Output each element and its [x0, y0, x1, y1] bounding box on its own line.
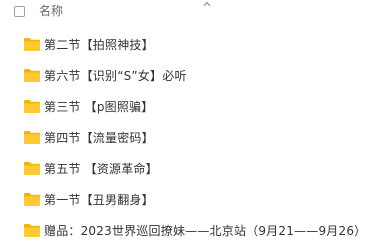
- folder-name[interactable]: 第五节 【资源革命】: [44, 160, 158, 178]
- folder-row[interactable]: 第三节 【p图照骗】: [0, 92, 380, 123]
- folder-name[interactable]: 第一节【丑男翻身】: [44, 191, 154, 209]
- file-list: 第二节【拍照神技】 第六节【识别“S”女】必听 第三节 【p图照骗】 第四节【流…: [0, 30, 380, 247]
- folder-row[interactable]: 第四节【流量密码】: [0, 123, 380, 154]
- folder-icon: [24, 193, 40, 206]
- folder-icon: [24, 224, 40, 237]
- folder-row[interactable]: 第二节【拍照神技】: [0, 30, 380, 61]
- folder-row[interactable]: 第五节 【资源革命】: [0, 154, 380, 185]
- folder-row[interactable]: 第一节【丑男翻身】: [0, 185, 380, 216]
- folder-icon: [24, 38, 40, 51]
- chevron-up-icon[interactable]: [203, 1, 211, 7]
- folder-name[interactable]: 第六节【识别“S”女】必听: [44, 67, 187, 85]
- folder-name[interactable]: 赠品：2023世界巡回撩妹——北京站（9月21——9月26）: [44, 222, 366, 240]
- folder-icon: [24, 162, 40, 175]
- folder-name[interactable]: 第三节 【p图照骗】: [44, 98, 153, 116]
- folder-icon: [24, 69, 40, 82]
- folder-icon: [24, 100, 40, 113]
- file-list-header: 名称: [0, 0, 380, 26]
- folder-row[interactable]: 第六节【识别“S”女】必听: [0, 61, 380, 92]
- folder-icon: [24, 131, 40, 144]
- folder-row[interactable]: 赠品：2023世界巡回撩妹——北京站（9月21——9月26）: [0, 216, 380, 247]
- folder-name[interactable]: 第二节【拍照神技】: [44, 36, 154, 54]
- folder-name[interactable]: 第四节【流量密码】: [44, 129, 154, 147]
- column-header-name[interactable]: 名称: [39, 3, 63, 19]
- select-all-checkbox[interactable]: [14, 6, 25, 17]
